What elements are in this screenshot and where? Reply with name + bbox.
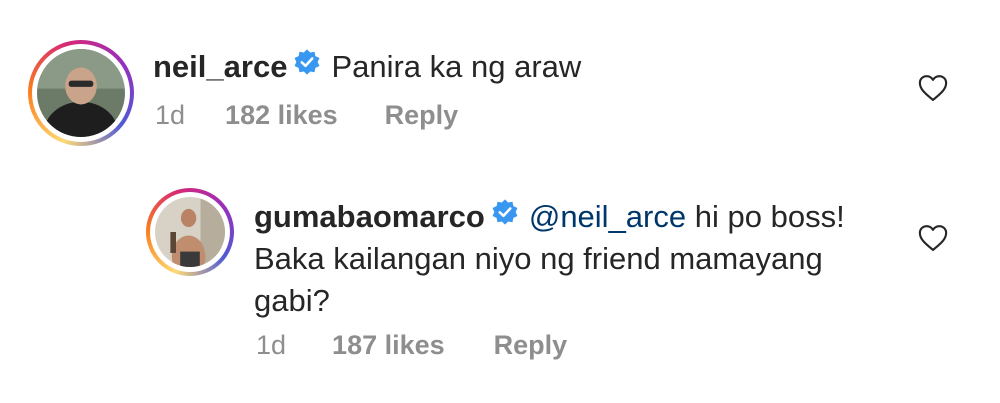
comment-time: 1d xyxy=(155,100,186,130)
comment-text-line-1: hi po boss! xyxy=(694,199,845,234)
comment-username[interactable]: neil_arce xyxy=(153,49,287,84)
comment-text-line-3: gabi? xyxy=(254,283,330,318)
comment-time: 1d xyxy=(256,330,287,360)
reply-button[interactable]: Reply xyxy=(385,100,459,131)
comment-text: Panira ka ng araw xyxy=(331,49,582,84)
verified-badge-icon xyxy=(491,195,519,237)
likes-count[interactable]: 187 likes xyxy=(332,330,445,361)
comment-gumabaomarco: gumabaomarco @neil_arce hi po boss! Baka … xyxy=(0,170,1000,403)
comment-text-line-2: Baka kailangan niyo ng friend mamayang xyxy=(254,241,823,276)
likes-count[interactable]: 182 likes xyxy=(225,100,338,131)
avatar[interactable] xyxy=(146,188,234,276)
mention-link[interactable]: @neil_arce xyxy=(529,199,686,234)
avatar-photo-neil-arce xyxy=(37,49,125,137)
reply-button[interactable]: Reply xyxy=(494,330,568,361)
heart-outline-icon[interactable] xyxy=(918,74,948,107)
comment-username[interactable]: gumabaomarco xyxy=(254,199,485,234)
avatar[interactable] xyxy=(28,40,134,146)
heart-outline-icon[interactable] xyxy=(918,224,948,257)
verified-badge-icon xyxy=(293,45,321,87)
avatar-photo-gumabaomarco xyxy=(155,197,225,267)
comment-neil-arce: neil_arce Panira ka ng araw 1d 182 likes Re… xyxy=(0,0,1000,170)
